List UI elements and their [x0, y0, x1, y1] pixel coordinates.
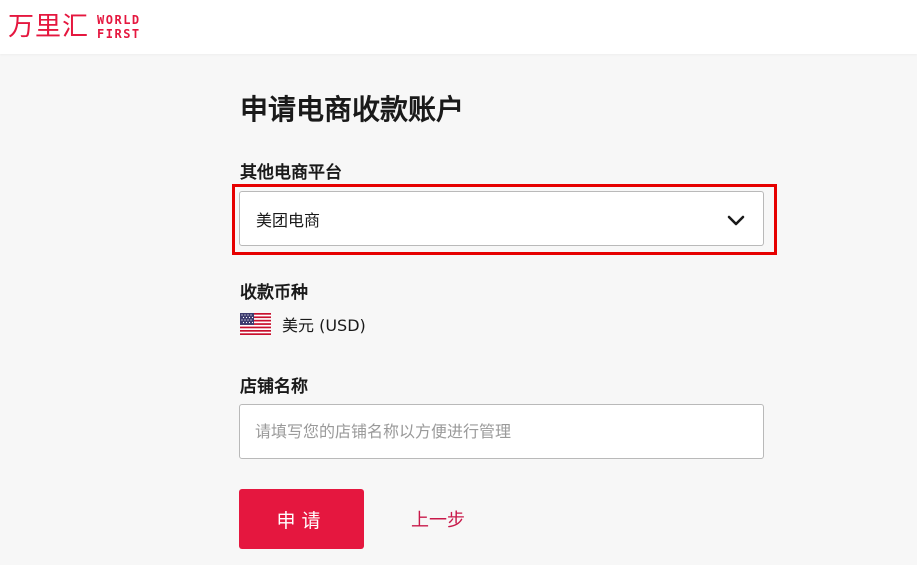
- platform-label: 其他电商平台: [240, 163, 342, 183]
- top-bar: 万里汇 WORLD FIRST: [0, 0, 917, 54]
- platform-select-value: 美团电商: [256, 210, 321, 230]
- store-name-label: 店铺名称: [240, 377, 308, 397]
- back-link[interactable]: 上一步: [411, 506, 465, 532]
- apply-button[interactable]: 申请: [239, 489, 364, 549]
- logo-chinese-text: 万里汇: [8, 12, 90, 42]
- logo-line-2: FIRST: [97, 27, 141, 41]
- currency-value: 美元 (USD): [282, 316, 366, 335]
- world-first-logo[interactable]: 万里汇 WORLD FIRST: [8, 10, 141, 44]
- store-name-input[interactable]: [239, 404, 764, 459]
- platform-select[interactable]: 美团电商: [239, 191, 764, 246]
- currency-label: 收款币种: [240, 283, 308, 303]
- logo-line-1: WORLD: [97, 13, 141, 27]
- currency-display: 美元 (USD): [240, 312, 366, 336]
- chevron-down-icon[interactable]: [725, 209, 747, 231]
- page-title: 申请电商收款账户: [240, 93, 465, 126]
- us-flag-icon: [240, 313, 271, 335]
- logo-english-text: WORLD FIRST: [97, 13, 141, 41]
